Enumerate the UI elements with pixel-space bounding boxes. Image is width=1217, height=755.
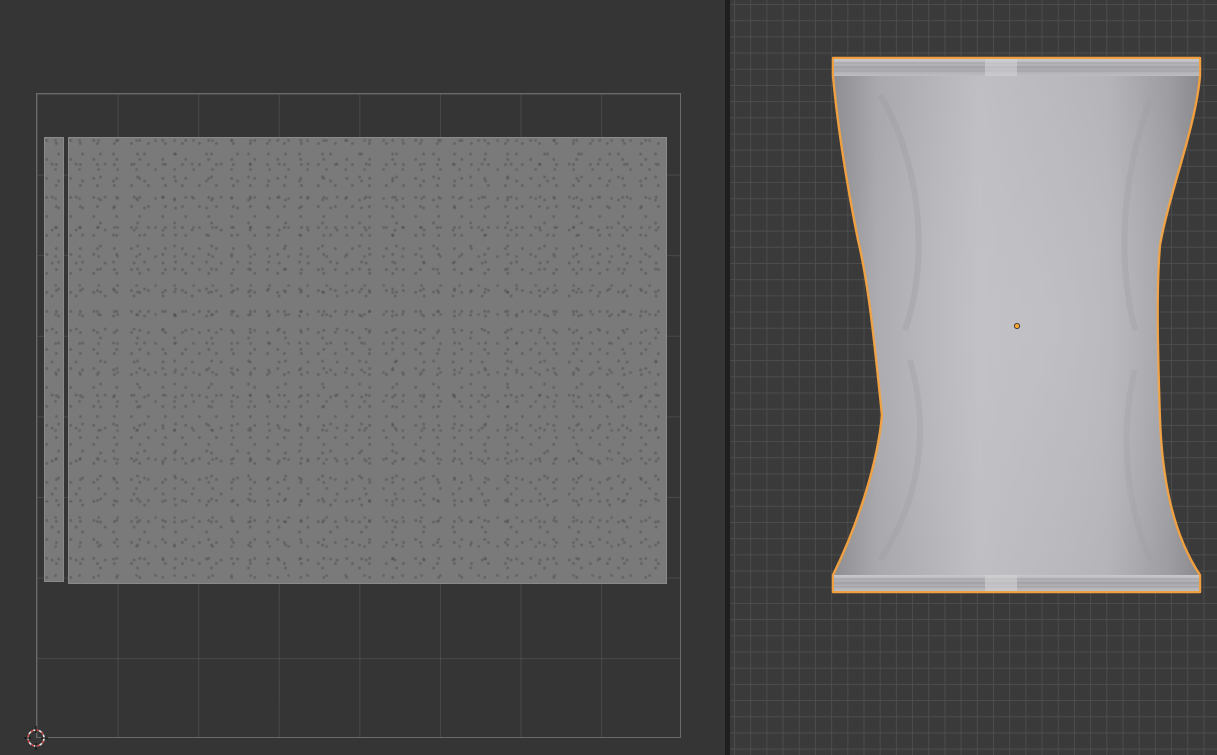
object-origin-icon [1013,322,1020,329]
3d-cursor-icon[interactable] [24,726,48,750]
chip-bag-object[interactable] [730,0,1217,755]
workspace [0,0,1217,755]
uv-island-front-panel[interactable] [68,137,667,584]
uv-editor-area[interactable] [0,0,725,755]
3d-viewport-area[interactable] [730,0,1217,755]
uv-island-side-strip[interactable] [44,137,64,582]
